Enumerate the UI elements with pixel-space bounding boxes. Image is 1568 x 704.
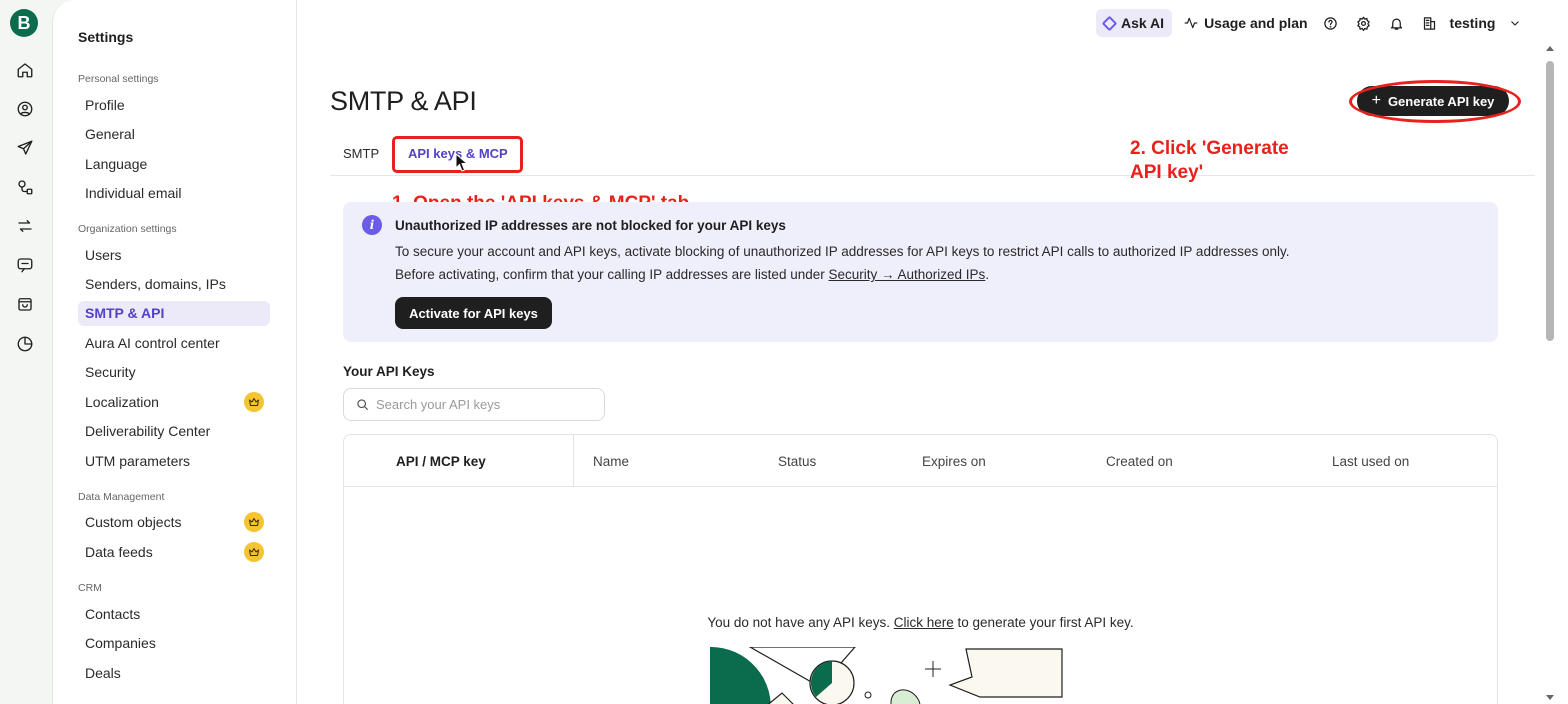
ecommerce-icon[interactable] [15, 294, 35, 314]
usage-label: Usage and plan [1204, 15, 1308, 31]
help-icon[interactable] [1321, 13, 1341, 33]
sidebar-item-general[interactable]: General [78, 122, 270, 147]
api-key-search [343, 388, 605, 421]
automations-icon[interactable] [15, 177, 35, 197]
scrollbar[interactable] [1543, 44, 1557, 704]
scroll-thumb[interactable] [1546, 61, 1554, 341]
sidebar-item-data-feeds[interactable]: Data feeds [78, 540, 270, 565]
empty-state-illustration [710, 647, 1063, 704]
sidebar-item-label: Custom objects [85, 514, 182, 530]
column-divider [573, 435, 574, 487]
top-bar: Ask AI Usage and plan testing [1096, 8, 1521, 38]
sidebar-item-utm[interactable]: UTM parameters [78, 449, 270, 474]
page-title: SMTP & API [330, 86, 477, 116]
section-organization-settings: Organization settings [78, 223, 177, 235]
section-data-management: Data Management [78, 491, 165, 503]
section-crm: CRM [78, 582, 102, 594]
column-status[interactable]: Status [778, 454, 816, 469]
crown-icon [244, 392, 264, 412]
sidebar-item-profile[interactable]: Profile [78, 93, 270, 118]
annotation-step-2-line-2: API key' [1130, 162, 1204, 183]
banner-line-2: Before activating, confirm that your cal… [395, 267, 989, 282]
generate-api-key-button[interactable]: + Generate API key [1357, 86, 1509, 116]
sidebar-item-label: Data feeds [85, 544, 153, 560]
sidebar-item-contacts[interactable]: Contacts [78, 602, 270, 627]
sidebar-item-smtp-api[interactable]: SMTP & API [78, 301, 270, 326]
conversations-icon[interactable] [15, 255, 35, 275]
search-input[interactable] [376, 397, 586, 412]
click-here-link[interactable]: Click here [894, 615, 954, 630]
ask-ai-button[interactable]: Ask AI [1096, 9, 1173, 37]
empty-state-message: You do not have any API keys. Click here… [344, 615, 1497, 630]
column-created-on[interactable]: Created on [1106, 454, 1173, 469]
home-icon[interactable] [15, 60, 35, 80]
table-header: API / MCP key Name Status Expires on Cre… [344, 435, 1497, 487]
activity-icon [1184, 17, 1198, 29]
authorized-ips-link[interactable]: Security → Authorized IPs [828, 267, 985, 282]
sidebar-item-deals[interactable]: Deals [78, 661, 270, 686]
column-last-used-on[interactable]: Last used on [1332, 454, 1409, 469]
sidebar-item-security[interactable]: Security [78, 360, 270, 385]
tab-smtp[interactable]: SMTP [343, 146, 379, 161]
scroll-down-arrow[interactable] [1546, 695, 1554, 700]
tab-bar: SMTP API keys & MCP [330, 133, 1535, 176]
column-expires-on[interactable]: Expires on [922, 454, 986, 469]
sidebar-item-companies[interactable]: Companies [78, 631, 270, 656]
sidebar-item-localization[interactable]: Localization [78, 390, 270, 415]
contacts-icon[interactable] [15, 99, 35, 119]
empty-suffix: to generate your first API key. [953, 615, 1134, 630]
campaigns-icon[interactable] [15, 138, 35, 158]
ai-diamond-icon [1101, 15, 1118, 31]
sidebar-item-individual-email[interactable]: Individual email [78, 181, 270, 206]
mouse-cursor-icon [455, 153, 469, 172]
activate-api-keys-button[interactable]: Activate for API keys [395, 297, 552, 329]
sidebar-item-deliverability[interactable]: Deliverability Center [78, 419, 270, 444]
sidebar-item-senders[interactable]: Senders, domains, IPs [78, 272, 270, 297]
gear-icon[interactable] [1354, 13, 1374, 33]
sidebar-title: Settings [78, 29, 134, 45]
chevron-down-icon [1511, 21, 1520, 26]
settings-sidebar: Settings Personal settings Profile Gener… [52, 0, 297, 704]
banner-line-2-prefix: Before activating, confirm that your cal… [395, 267, 829, 282]
section-personal-settings: Personal settings [78, 73, 159, 85]
account-name: testing [1449, 15, 1496, 31]
sidebar-item-language[interactable]: Language [78, 152, 270, 177]
search-icon [357, 399, 368, 410]
ask-ai-label: Ask AI [1121, 15, 1165, 31]
sidebar-item-aura-ai[interactable]: Aura AI control center [78, 331, 270, 356]
scroll-up-arrow[interactable] [1546, 46, 1554, 51]
info-icon: i [362, 215, 382, 235]
account-menu[interactable]: testing [1450, 15, 1522, 31]
banner-title: Unauthorized IP addresses are not blocke… [395, 218, 786, 233]
api-keys-table: API / MCP key Name Status Expires on Cre… [343, 434, 1498, 704]
brevo-logo[interactable]: B [10, 9, 38, 37]
building-icon[interactable] [1420, 13, 1440, 33]
generate-label: Generate API key [1387, 93, 1495, 109]
annotation-step-2: 2. Click 'Generate API key' [1130, 137, 1289, 185]
usage-plan-button[interactable]: Usage and plan [1184, 15, 1308, 31]
api-keys-heading: Your API Keys [343, 364, 435, 379]
banner-line-1: To secure your account and API keys, act… [395, 244, 1290, 259]
empty-prefix: You do not have any API keys. [707, 615, 894, 630]
ip-warning-banner: i Unauthorized IP addresses are not bloc… [343, 202, 1498, 342]
app-rail: B [0, 0, 52, 704]
sidebar-item-label: Localization [85, 394, 159, 410]
plus-icon: + [1371, 92, 1381, 109]
sidebar-item-custom-objects[interactable]: Custom objects [78, 510, 270, 535]
annotation-step-2-line-1: 2. Click 'Generate [1130, 138, 1289, 159]
crown-icon [244, 512, 264, 532]
banner-line-2-suffix: . [985, 267, 990, 282]
transactional-icon[interactable] [15, 216, 35, 236]
sidebar-item-users[interactable]: Users [78, 243, 270, 268]
column-name[interactable]: Name [593, 454, 629, 469]
bell-icon[interactable] [1387, 13, 1407, 33]
reports-icon[interactable] [15, 334, 35, 354]
crown-icon [244, 542, 264, 562]
column-api-mcp-key[interactable]: API / MCP key [396, 454, 486, 469]
